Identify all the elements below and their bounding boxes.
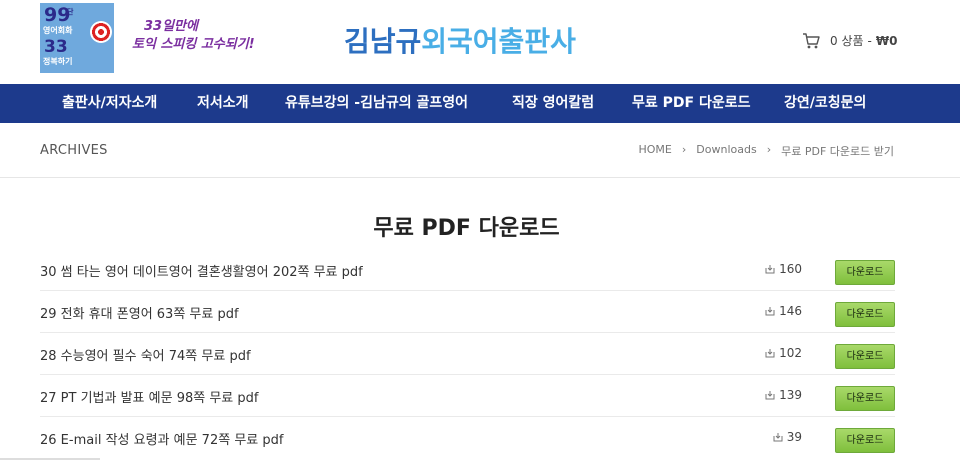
list-item: 26 E-mail 작성 요령과 예문 72쪽 무료 pdf 39 다운로드 [40, 417, 895, 459]
download-count: 139 [765, 388, 802, 402]
cart-separator: - [867, 33, 872, 48]
cart-count: 0 상품 [830, 34, 864, 48]
item-title[interactable]: 26 E-mail 작성 요령과 예문 72쪽 무료 pdf [40, 429, 283, 448]
download-count: 102 [765, 346, 802, 360]
download-icon [773, 433, 783, 442]
download-icon [765, 349, 775, 358]
breadcrumb-home[interactable]: HOME [639, 143, 672, 159]
breadcrumb-separator: › [766, 143, 772, 156]
book-cover-logo[interactable]: 99 단 영어회화 33 정복하기 [40, 3, 114, 73]
download-list: 30 썸 타는 영어 데이트영어 결혼생활영어 202쪽 무료 pdf 160 … [40, 249, 895, 459]
download-button[interactable]: 다운로드 [835, 386, 895, 411]
download-icon [765, 265, 775, 274]
download-button[interactable]: 다운로드 [835, 302, 895, 327]
slogan-line-1: 33일만에 [144, 19, 198, 34]
site-title[interactable]: 김남규외국어출판사 [344, 20, 576, 60]
site-header: 99 단 영어회화 33 정복하기 33일만에 토익 스피킹 고수되기! 김남규… [0, 0, 960, 84]
breadcrumb-current: 무료 PDF 다운로드 받기 [781, 145, 894, 158]
page-title: 무료 PDF 다운로드 [373, 216, 560, 241]
item-title[interactable]: 29 전화 휴대 폰영어 63쪽 무료 pdf [40, 303, 239, 322]
nav-item-youtube[interactable]: 유튜브강의 -김남규의 골프영어 [285, 84, 468, 123]
nav-item-column[interactable]: 직장 영어칼럼 [512, 84, 594, 123]
site-title-rest: 외국어출판사 [421, 25, 576, 58]
download-count: 160 [765, 262, 802, 276]
list-item: 28 수능영어 필수 숙어 74쪽 무료 pdf 102 다운로드 [40, 333, 895, 375]
download-count-value: 160 [779, 262, 802, 276]
download-count-value: 139 [779, 388, 802, 402]
item-title[interactable]: 28 수능영어 필수 숙어 74쪽 무료 pdf [40, 345, 251, 364]
nav-item-books[interactable]: 저서소개 [197, 84, 249, 123]
slogan-line-2: 토익 스피킹 고수되기! [132, 37, 255, 52]
download-button[interactable]: 다운로드 [835, 428, 895, 453]
cart-icon [803, 32, 820, 48]
breadcrumb-downloads[interactable]: Downloads [696, 143, 756, 159]
download-icon [765, 391, 775, 400]
nav-item-free-pdf[interactable]: 무료 PDF 다운로드 [632, 84, 750, 123]
breadcrumb: HOME › Downloads › 무료 PDF 다운로드 받기 [639, 143, 895, 159]
book-number-33: 33 [44, 37, 68, 57]
cart-amount: ₩0 [875, 33, 898, 48]
site-title-name: 김남규 [344, 25, 422, 58]
nav-item-publisher[interactable]: 출판사/저자소개 [62, 84, 157, 123]
book-line-4: 정복하기 [43, 57, 73, 66]
cart-summary[interactable]: 0 상품 - ₩0 [802, 32, 897, 49]
list-item: 29 전화 휴대 폰영어 63쪽 무료 pdf 146 다운로드 [40, 291, 895, 333]
download-count-value: 39 [786, 430, 802, 444]
download-button[interactable]: 다운로드 [835, 260, 895, 285]
nav-item-lecture[interactable]: 강연/코칭문의 [784, 84, 866, 123]
slogan: 33일만에 토익 스피킹 고수되기! [132, 18, 255, 54]
item-title[interactable]: 30 썸 타는 영어 데이트영어 결혼생활영어 202쪽 무료 pdf [40, 261, 363, 280]
breadcrumb-separator: › [681, 143, 687, 156]
archives-label: ARCHIVES [40, 143, 108, 158]
book-number-suffix: 단 [67, 8, 74, 16]
breadcrumb-bar: ARCHIVES HOME › Downloads › 무료 PDF 다운로드 … [0, 123, 960, 178]
download-count: 146 [765, 304, 802, 318]
download-button[interactable]: 다운로드 [835, 344, 895, 369]
download-count: 39 [773, 430, 802, 444]
download-icon [765, 307, 775, 316]
book-line-2: 영어회화 [43, 26, 73, 35]
list-item: 30 썸 타는 영어 데이트영어 결혼생활영어 202쪽 무료 pdf 160 … [40, 249, 895, 291]
list-item: 27 PT 기법과 발표 예문 98쪽 무료 pdf 139 다운로드 [40, 375, 895, 417]
download-count-value: 102 [779, 346, 802, 360]
item-title[interactable]: 27 PT 기법과 발표 예문 98쪽 무료 pdf [40, 387, 258, 406]
main-nav: 출판사/저자소개 저서소개 유튜브강의 -김남규의 골프영어 직장 영어칼럼 무… [0, 84, 960, 123]
target-icon [90, 21, 112, 43]
download-count-value: 146 [779, 304, 802, 318]
